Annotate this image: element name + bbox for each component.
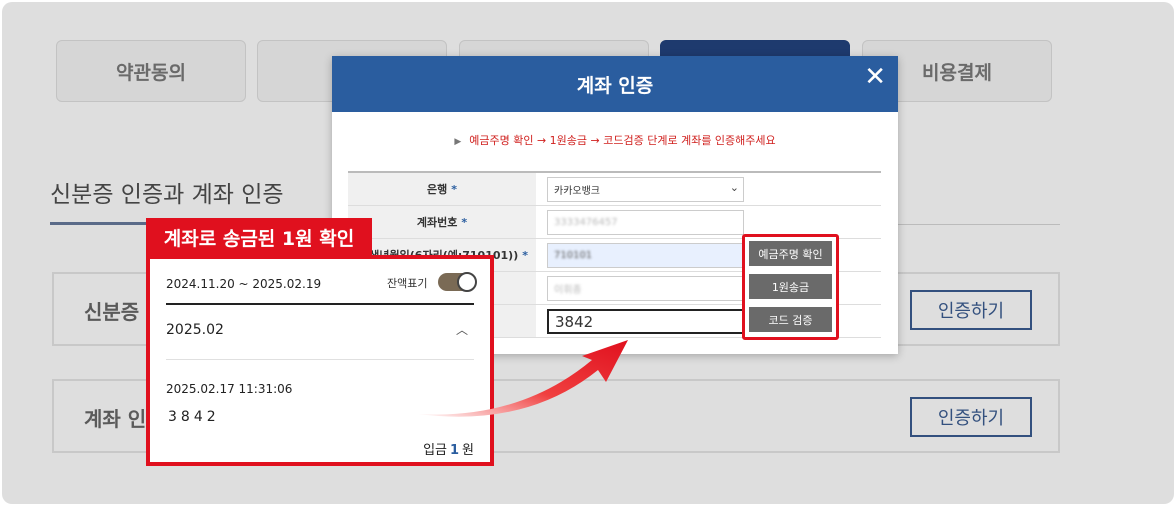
name-check-button[interactable]: 예금주명 확인 — [749, 241, 832, 266]
id-verify-label: 신분증 — [84, 300, 140, 324]
send-one-won-button[interactable]: 1원송금 — [749, 274, 832, 299]
triangle-right-icon: ▶ — [454, 137, 462, 147]
account-label: 계좌번호 * — [348, 206, 536, 238]
divider — [166, 303, 474, 305]
bank-label: 은행 * — [348, 173, 536, 205]
modal-title: 계좌 인증 — [576, 74, 654, 97]
transaction-memo: 3842 — [168, 409, 220, 425]
modal-notice: ▶ 예금주명 확인 → 1원송금 → 코드검증 단계로 계좌를 인증해주세요 — [332, 132, 898, 148]
code-input[interactable]: 3842 — [547, 309, 744, 334]
account-verify-button[interactable]: 인증하기 — [910, 397, 1032, 437]
birth-input[interactable]: 710101 — [547, 243, 744, 268]
transaction-datetime: 2025.02.17 11:31:06 — [166, 382, 293, 396]
transaction-amount: 입금 1 원 — [423, 443, 474, 458]
balance-toggle[interactable] — [438, 272, 477, 292]
section-title: 신분증 인증과 계좌 인증 — [50, 182, 284, 208]
balance-toggle-label: 잔액표기 — [387, 277, 428, 290]
divider — [166, 359, 474, 360]
chevron-up-icon[interactable]: ︿ — [456, 321, 468, 338]
verify-code-button[interactable]: 코드 검증 — [749, 307, 832, 332]
step-tab-terms[interactable]: 약관동의 — [56, 40, 246, 102]
date-range: 2024.11.20 ~ 2025.02.19 — [166, 277, 322, 291]
close-icon[interactable]: ✕ — [864, 64, 886, 90]
callout-label: 계좌로 송금된 1원 확인 — [146, 218, 372, 256]
id-verify-button[interactable]: 인증하기 — [910, 290, 1032, 330]
holder-input[interactable]: 이휘종 — [547, 276, 744, 301]
notice-text: 예금주명 확인 → 1원송금 → 코드검증 단계로 계좌를 인증해주세요 — [469, 134, 776, 147]
form-row-bank: 은행 * 카카오뱅크 ⌄ — [348, 173, 881, 206]
month-header: 2025.02 — [166, 322, 224, 338]
chevron-down-icon: ⌄ — [729, 181, 739, 194]
verify-actions-highlight: 예금주명 확인 1원송금 코드 검증 — [742, 234, 839, 340]
account-verify-label: 계좌 인 — [84, 407, 147, 431]
modal-header: 계좌 인증 ✕ — [332, 56, 898, 112]
bank-select[interactable]: 카카오뱅크 ⌄ — [547, 177, 744, 202]
bank-transaction-callout: 2024.11.20 ~ 2025.02.19 잔액표기 2025.02 ︿ 2… — [146, 255, 494, 466]
account-number-input[interactable]: 3333476457 — [547, 210, 744, 235]
